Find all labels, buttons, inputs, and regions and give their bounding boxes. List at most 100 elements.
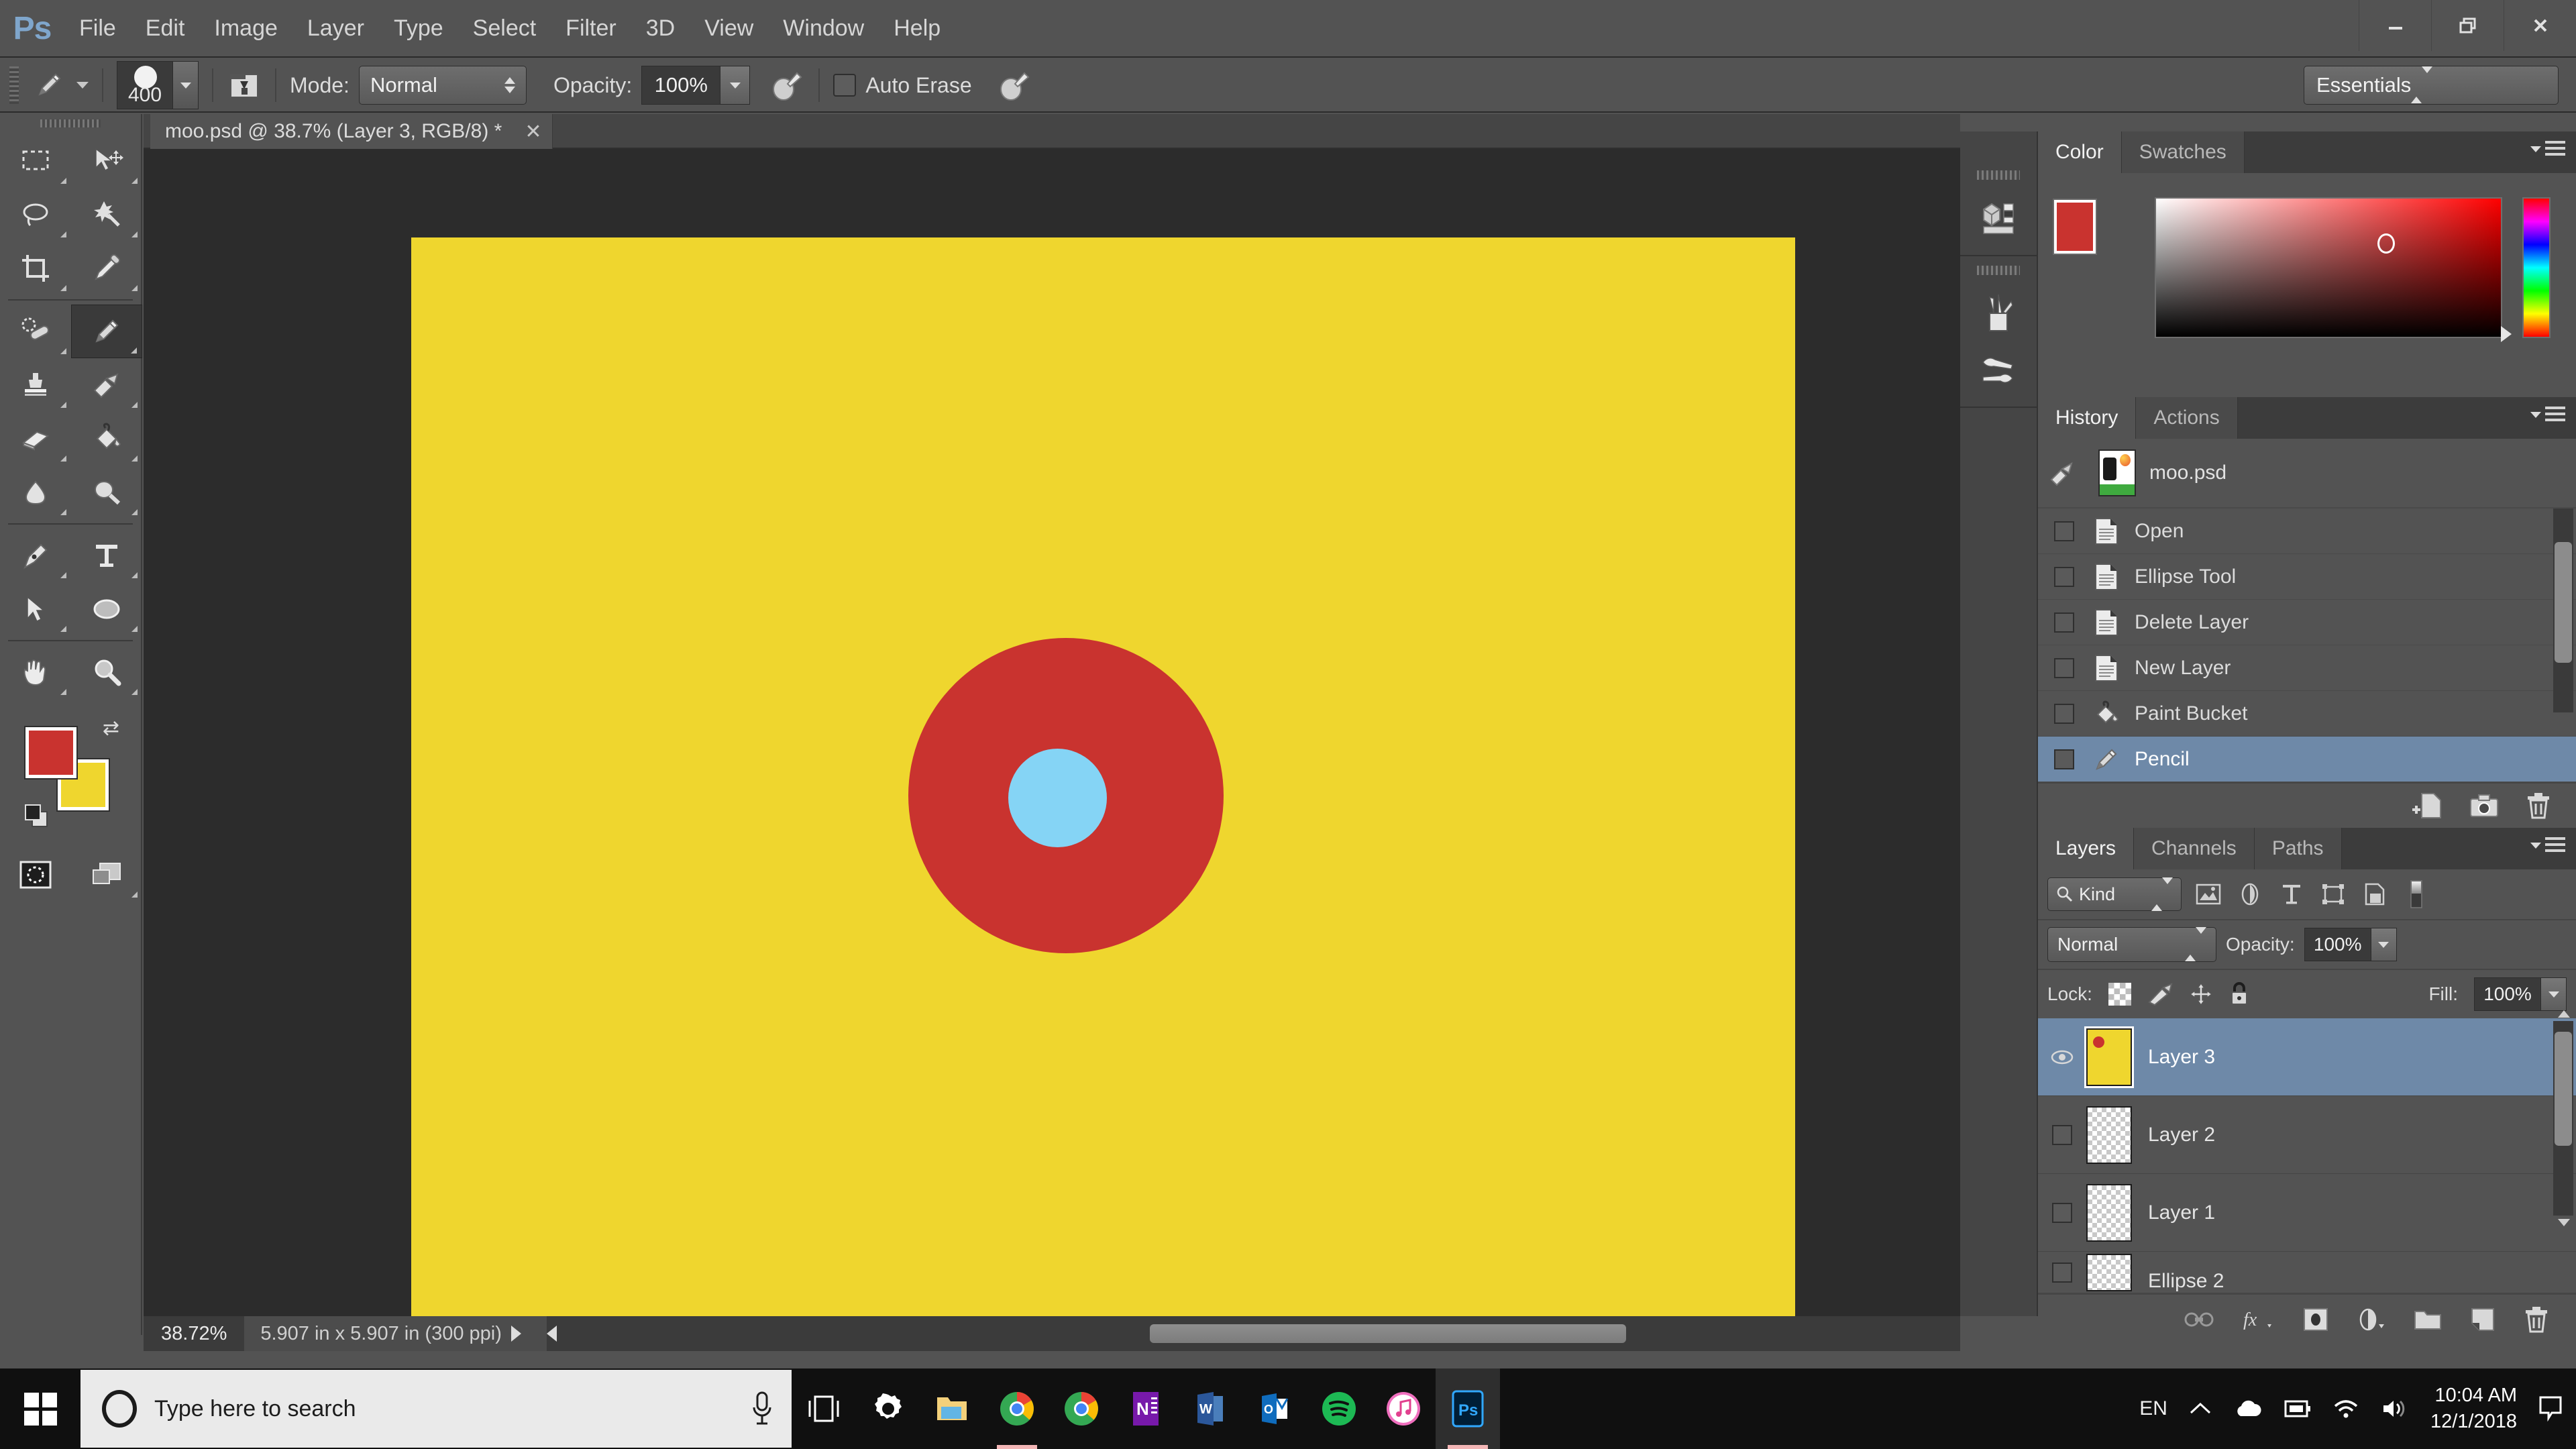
battery-icon[interactable] xyxy=(2284,1399,2311,1419)
menu-help[interactable]: Help xyxy=(879,0,955,57)
3d-panel-icon[interactable] xyxy=(1960,189,2037,246)
menu-layer[interactable]: Layer xyxy=(292,0,379,57)
menu-file[interactable]: File xyxy=(64,0,131,57)
layer-name[interactable]: Layer 2 xyxy=(2148,1124,2215,1146)
maximize-button[interactable] xyxy=(2431,0,2504,51)
start-button[interactable] xyxy=(0,1368,80,1449)
opacity-chevron-icon[interactable] xyxy=(720,66,750,105)
color-picker-cursor[interactable] xyxy=(2377,233,2395,254)
canvas-horizontal-scrollbar[interactable] xyxy=(613,1322,2022,1346)
history-brush-tool[interactable] xyxy=(71,358,142,412)
history-state-new-layer[interactable]: New Layer xyxy=(2038,645,2576,691)
hue-slider[interactable] xyxy=(2522,197,2551,338)
menu-select[interactable]: Select xyxy=(458,0,551,57)
taskbar-clock[interactable]: 10:04 AM 12/1/2018 xyxy=(2430,1383,2517,1435)
create-new-snapshot-button[interactable] xyxy=(2469,792,2500,819)
settings-icon[interactable] xyxy=(856,1368,920,1449)
opacity-control[interactable]: 100% xyxy=(641,66,750,105)
onenote-icon[interactable]: N xyxy=(1114,1368,1178,1449)
layer-visibility-toggle[interactable] xyxy=(2038,1203,2086,1223)
eraser-tool[interactable] xyxy=(0,412,71,466)
panel-grip[interactable] xyxy=(1977,266,2020,275)
layer-blend-mode-select[interactable]: Normal xyxy=(2047,927,2216,962)
menu-view[interactable]: View xyxy=(690,0,768,57)
history-scrollbar[interactable] xyxy=(2553,508,2573,712)
layer-opacity-chevron-icon[interactable] xyxy=(2371,928,2397,961)
menu-image[interactable]: Image xyxy=(199,0,292,57)
add-layer-mask-icon[interactable] xyxy=(2302,1307,2329,1332)
new-layer-icon[interactable] xyxy=(2470,1307,2496,1332)
new-adjustment-layer-icon[interactable] xyxy=(2357,1307,2385,1332)
zoom-tool[interactable] xyxy=(71,645,142,699)
zoom-level[interactable]: 38.72% xyxy=(144,1323,244,1345)
tool-preset-chevron-icon[interactable] xyxy=(76,82,89,89)
show-hidden-icons-icon[interactable] xyxy=(2189,1401,2212,1417)
menu-type[interactable]: Type xyxy=(379,0,458,57)
photoshop-icon[interactable]: Ps xyxy=(1436,1368,1500,1449)
horizontal-scroll-thumb[interactable] xyxy=(1150,1324,1626,1343)
filter-toggle-icon[interactable] xyxy=(2402,879,2431,910)
history-state-pencil[interactable]: Pencil xyxy=(2038,737,2576,782)
dodge-tool[interactable] xyxy=(71,466,142,519)
tab-color[interactable]: Color xyxy=(2038,131,2122,173)
language-indicator[interactable]: EN xyxy=(2139,1397,2167,1420)
pressure-size-button[interactable] xyxy=(995,66,1032,104)
workspace-switcher[interactable]: Essentials xyxy=(2304,66,2559,105)
pencil-tool[interactable] xyxy=(71,305,142,358)
layer-row-layer-1[interactable]: Layer 1 xyxy=(2038,1174,2576,1252)
history-source-checkbox[interactable] xyxy=(2054,658,2074,678)
color-panel-menu-button[interactable] xyxy=(2530,141,2565,157)
toggle-brush-panel-button[interactable] xyxy=(227,68,262,103)
magic-wand-tool[interactable] xyxy=(71,188,142,241)
default-colors-icon[interactable] xyxy=(23,802,54,830)
document-size-info[interactable]: 5.907 in x 5.907 in (300 ppi) xyxy=(244,1316,547,1351)
menu-filter[interactable]: Filter xyxy=(551,0,631,57)
delete-layer-icon[interactable] xyxy=(2524,1305,2549,1334)
auto-erase-checkbox[interactable] xyxy=(833,74,856,97)
layers-scroll-thumb[interactable] xyxy=(2555,1032,2572,1146)
history-state-ellipse-tool[interactable]: Ellipse Tool xyxy=(2038,554,2576,600)
layers-panel-menu-button[interactable] xyxy=(2530,837,2565,853)
tab-paths[interactable]: Paths xyxy=(2255,828,2342,869)
color-field[interactable] xyxy=(2155,197,2502,338)
layer-visibility-toggle[interactable] xyxy=(2038,1125,2086,1145)
screen-mode-button[interactable] xyxy=(71,848,142,902)
close-icon[interactable]: ✕ xyxy=(525,120,541,144)
history-source-checkbox[interactable] xyxy=(2054,567,2074,587)
file-explorer-icon[interactable] xyxy=(920,1368,985,1449)
microphone-icon[interactable] xyxy=(749,1390,775,1428)
history-state-delete-layer[interactable]: Delete Layer xyxy=(2038,600,2576,645)
pen-tool[interactable] xyxy=(0,529,71,582)
tab-layers[interactable]: Layers xyxy=(2038,828,2134,869)
close-button[interactable] xyxy=(2504,0,2576,51)
history-source-checkbox[interactable] xyxy=(2054,704,2074,724)
layer-name[interactable]: Layer 3 xyxy=(2148,1046,2215,1069)
document-tab[interactable]: moo.psd @ 38.7% (Layer 3, RGB/8) * ✕ xyxy=(150,114,553,149)
tab-history[interactable]: History xyxy=(2038,397,2136,439)
layer-name[interactable]: Layer 1 xyxy=(2148,1201,2215,1224)
panel-grip[interactable] xyxy=(1977,170,2020,180)
layer-thumbnail[interactable] xyxy=(2086,1028,2132,1086)
swap-colors-icon[interactable]: ⇄ xyxy=(103,716,119,740)
lock-image-pixels-icon[interactable] xyxy=(2147,982,2173,1006)
lock-position-icon[interactable] xyxy=(2189,982,2213,1006)
layer-opacity-value[interactable]: 100% xyxy=(2304,928,2371,961)
filter-shape-layers-icon[interactable] xyxy=(2318,879,2348,910)
pressure-opacity-button[interactable] xyxy=(767,66,805,104)
status-menu-icon[interactable] xyxy=(511,1326,521,1342)
menu-3d[interactable]: 3D xyxy=(631,0,690,57)
eyedropper-tool[interactable] xyxy=(71,241,142,295)
menu-window[interactable]: Window xyxy=(768,0,879,57)
opacity-value[interactable]: 100% xyxy=(641,66,720,105)
artboard[interactable] xyxy=(411,237,1795,1316)
layer-row-layer-3[interactable]: Layer 3 xyxy=(2038,1018,2576,1096)
outlook-icon[interactable]: O xyxy=(1242,1368,1307,1449)
filter-smart-objects-icon[interactable] xyxy=(2360,879,2390,910)
history-brush-source-icon[interactable] xyxy=(2047,458,2077,488)
path-selection-tool[interactable] xyxy=(0,582,71,636)
layers-scrollbar[interactable] xyxy=(2553,1021,2573,1216)
layer-style-fx-icon[interactable]: fx xyxy=(2242,1307,2274,1332)
lasso-tool[interactable] xyxy=(0,188,71,241)
blur-tool[interactable] xyxy=(0,466,71,519)
horizontal-type-tool[interactable] xyxy=(71,529,142,582)
